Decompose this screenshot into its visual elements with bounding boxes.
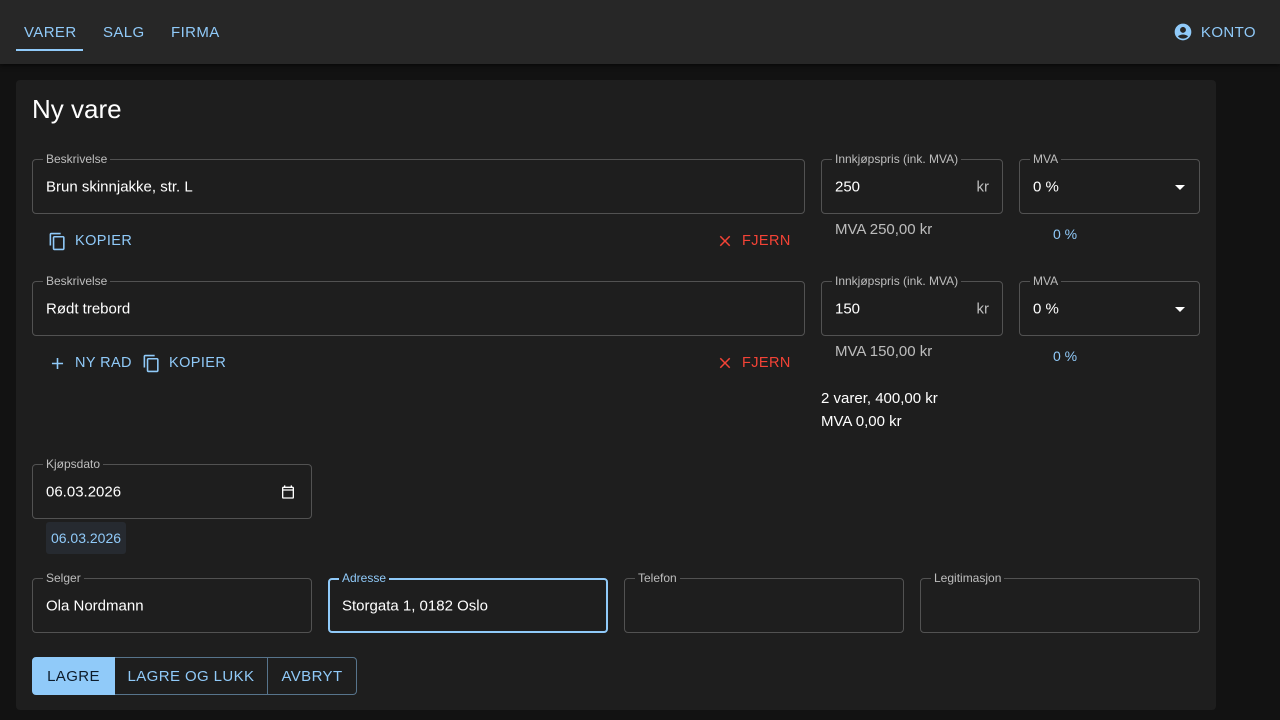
calendar-icon[interactable] xyxy=(280,484,296,500)
description-value-2: Rødt trebord xyxy=(46,300,131,317)
phone-field[interactable]: Telefon xyxy=(624,571,904,633)
save-label: LAGRE xyxy=(47,667,100,685)
address-label: Adresse xyxy=(339,571,390,585)
account-circle-icon xyxy=(1173,22,1193,42)
tab-salg-label: SALG xyxy=(103,23,145,41)
page-title: Ny vare xyxy=(32,94,122,124)
phone-label: Telefon xyxy=(635,571,680,585)
items-total: 2 varer, 400,00 kr xyxy=(821,390,938,407)
vat-select-1[interactable]: MVA 0 % xyxy=(1019,152,1200,214)
account-label: KONTO xyxy=(1200,23,1256,41)
remove-label-2: FJERN xyxy=(742,355,791,371)
price-field-2[interactable]: Innkjøpspris (ink. MVA) 150 kr xyxy=(821,274,1003,336)
vat-select-2[interactable]: MVA 0 % xyxy=(1019,274,1200,336)
copy-icon xyxy=(142,354,161,373)
price-value-1: 250 xyxy=(835,178,861,195)
description-field-2[interactable]: Beskrivelse Rødt trebord xyxy=(32,274,805,336)
purchase-date-value: 06.03.2026 xyxy=(46,483,122,500)
vat-rate-helper-2: 0 % xyxy=(1053,348,1078,364)
app-bar: VARER SALG FIRMA KONTO xyxy=(0,0,1280,64)
price-unit-2: kr xyxy=(976,300,990,317)
vat-label-1: MVA xyxy=(1030,152,1062,166)
tab-varer-label: VARER xyxy=(24,23,77,41)
remove-label-1: FJERN xyxy=(742,233,791,249)
description-value-1: Brun skinnjakke, str. L xyxy=(46,178,193,195)
tab-firma[interactable]: FIRMA xyxy=(171,0,220,64)
new-row-label: NY RAD xyxy=(75,355,132,371)
close-icon xyxy=(716,232,734,250)
vat-helper-1: MVA 250,00 kr xyxy=(835,221,933,238)
seller-label: Selger xyxy=(43,571,84,585)
seller-value: Ola Nordmann xyxy=(46,597,144,614)
dropdown-arrow-icon xyxy=(1175,184,1185,190)
vat-rate-helper-1: 0 % xyxy=(1053,226,1078,242)
remove-button-1[interactable]: FJERN xyxy=(716,225,791,257)
tab-salg[interactable]: SALG xyxy=(103,0,145,64)
tab-varer[interactable]: VARER xyxy=(24,0,77,64)
copy-button-2[interactable]: KOPIER xyxy=(142,347,226,379)
remove-button-2[interactable]: FJERN xyxy=(716,347,791,379)
copy-label-1: KOPIER xyxy=(75,233,133,249)
dropdown-arrow-icon xyxy=(1175,306,1185,312)
new-row-button[interactable]: NY RAD xyxy=(48,347,132,379)
id-field[interactable]: Legitimasjon xyxy=(920,571,1200,633)
save-close-button[interactable]: LAGRE OG LUKK xyxy=(115,657,268,695)
cancel-label: AVBRYT xyxy=(281,667,343,685)
purchase-date-field[interactable]: Kjøpsdato 06.03.2026 xyxy=(32,457,312,519)
address-field[interactable]: Adresse Storgata 1, 0182 Oslo xyxy=(328,571,608,633)
seller-field[interactable]: Selger Ola Nordmann xyxy=(32,571,312,633)
copy-icon xyxy=(48,232,67,251)
copy-button-1[interactable]: KOPIER xyxy=(48,225,132,257)
price-label-2: Innkjøpspris (ink. MVA) xyxy=(832,274,962,288)
vat-total: MVA 0,00 kr xyxy=(821,413,902,430)
close-icon xyxy=(716,354,734,372)
action-button-group: LAGRE LAGRE OG LUKK AVBRYT xyxy=(32,657,357,695)
date-chip[interactable]: 06.03.2026 xyxy=(46,522,126,554)
price-field-1[interactable]: Innkjøpspris (ink. MVA) 250 kr xyxy=(821,152,1003,214)
vat-value-1: 0 % xyxy=(1033,178,1059,195)
add-icon xyxy=(48,354,67,373)
description-label-2: Beskrivelse xyxy=(43,274,111,288)
account-button[interactable]: KONTO xyxy=(1173,0,1256,64)
description-label-1: Beskrivelse xyxy=(43,152,111,166)
save-button[interactable]: LAGRE xyxy=(32,657,115,695)
date-chip-label: 06.03.2026 xyxy=(50,530,122,546)
id-label: Legitimasjon xyxy=(931,571,1005,585)
vat-value-2: 0 % xyxy=(1033,300,1059,317)
active-tab-indicator xyxy=(16,49,83,51)
price-value-2: 150 xyxy=(835,300,861,317)
price-unit-1: kr xyxy=(976,178,990,195)
copy-label-2: KOPIER xyxy=(169,355,227,371)
price-label-1: Innkjøpspris (ink. MVA) xyxy=(832,152,962,166)
address-value: Storgata 1, 0182 Oslo xyxy=(342,597,488,614)
tab-firma-label: FIRMA xyxy=(171,23,220,41)
vat-label-2: MVA xyxy=(1030,274,1062,288)
purchase-date-label: Kjøpsdato xyxy=(43,457,104,471)
save-close-label: LAGRE OG LUKK xyxy=(127,667,255,685)
cancel-button[interactable]: AVBRYT xyxy=(268,657,357,695)
vat-helper-2: MVA 150,00 kr xyxy=(835,343,933,360)
description-field-1[interactable]: Beskrivelse Brun skinnjakke, str. L xyxy=(32,152,805,214)
